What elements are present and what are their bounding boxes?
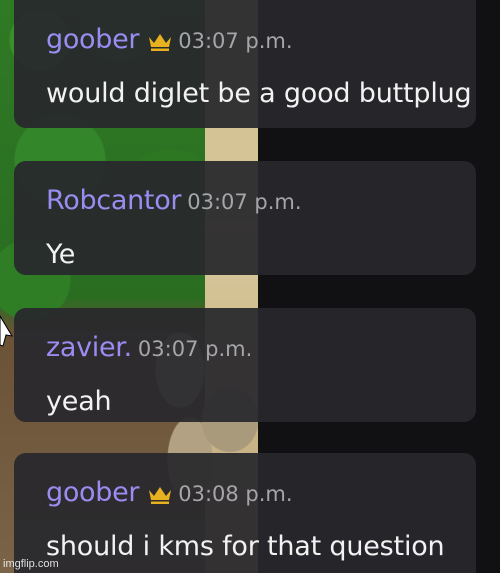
- crown-icon: [148, 485, 172, 505]
- timestamp: 03:07 p.m.: [137, 337, 253, 361]
- chat-message[interactable]: zavier. 03:07 p.m. yeah: [14, 308, 476, 422]
- message-text: would diglet be a good buttplug: [46, 78, 472, 109]
- message-text: yeah: [46, 386, 112, 417]
- username[interactable]: zavier.: [46, 332, 132, 363]
- watermark: imgflip.com: [3, 558, 59, 570]
- timestamp: 03:07 p.m.: [178, 29, 293, 53]
- chat-message[interactable]: goober 03:07 p.m. would diglet be a good…: [14, 0, 476, 128]
- message-text: Ye: [46, 239, 76, 270]
- username[interactable]: goober: [46, 24, 140, 55]
- username[interactable]: Robcantor: [46, 185, 182, 216]
- mouse-cursor-icon: [0, 312, 14, 348]
- timestamp: 03:08 p.m.: [178, 482, 293, 506]
- message-header: Robcantor 03:07 p.m.: [46, 185, 302, 216]
- message-header: zavier. 03:07 p.m.: [46, 332, 252, 363]
- chat-message[interactable]: Robcantor 03:07 p.m. Ye: [14, 161, 476, 275]
- crown-icon: [148, 32, 172, 52]
- timestamp: 03:07 p.m.: [187, 190, 302, 214]
- message-header: goober 03:07 p.m.: [46, 24, 293, 55]
- chat-message[interactable]: goober 03:08 p.m. should i kms for that …: [14, 453, 476, 573]
- username[interactable]: goober: [46, 477, 140, 508]
- message-header: goober 03:08 p.m.: [46, 477, 293, 508]
- message-text: should i kms for that question: [46, 531, 445, 562]
